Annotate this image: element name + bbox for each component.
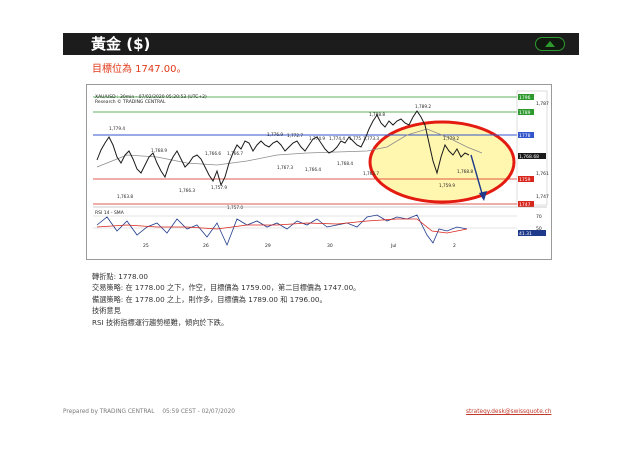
contact-email-link[interactable]: strategy.desk@swissquote.ch bbox=[466, 409, 551, 415]
section-header: 黃金 ($) bbox=[63, 33, 579, 55]
footer-info: Prepared by TRADING CENTRAL 05:59 CEST -… bbox=[63, 409, 241, 415]
price-label: 1,788.8 bbox=[369, 112, 385, 117]
right-label-1759: 1759 bbox=[519, 177, 531, 183]
report-time: 05:59 CEST - 02/07/2020 bbox=[162, 409, 235, 415]
price-label: 1,768.8 bbox=[457, 169, 473, 174]
x-label: 26 bbox=[203, 243, 209, 249]
price-label: 1,768.4 bbox=[337, 161, 353, 166]
chart-caption-2: Research © TRADING CENTRAL bbox=[95, 98, 166, 105]
price-label: 1,774.9 bbox=[309, 136, 325, 141]
analysis-notes: 轉折點: 1778.00 交易策略: 在 1778.00 之下，作空，目標價為 … bbox=[92, 271, 360, 328]
tech-title: 技術意見 bbox=[92, 306, 121, 316]
price-label: 1,768.9 bbox=[151, 148, 167, 153]
price-chart: XAU/USD : 30min - 07/02/2020 05:20:53 (U… bbox=[86, 84, 552, 260]
x-label: 2 bbox=[453, 243, 456, 249]
right-label-1761: 1,761 bbox=[536, 171, 549, 177]
price-label: 1,767.3 bbox=[277, 165, 293, 170]
price-label: 1,759.9 bbox=[439, 183, 455, 188]
pivot-note: 轉折點: 1778.00 bbox=[92, 272, 148, 281]
right-label-1778: 1778 bbox=[519, 133, 531, 139]
right-label-1747-axis: 1,747 bbox=[536, 194, 549, 200]
price-label: 1,766.6 bbox=[205, 151, 221, 156]
price-label: 1,757.0 bbox=[227, 205, 243, 210]
rsi-value-label: 41.31 bbox=[519, 231, 532, 237]
price-label: 1,757.9 bbox=[211, 185, 227, 190]
right-label-1789: 1789 bbox=[519, 110, 531, 116]
right-label-1796: 1796 bbox=[519, 95, 531, 101]
section-title: 黃金 ($) bbox=[91, 35, 151, 53]
rsi-line bbox=[96, 214, 468, 247]
price-label: 1,766.3 bbox=[179, 188, 195, 193]
price-label: 1,779.4 bbox=[109, 126, 125, 131]
rsi-label: RSI 14 - SMA bbox=[95, 210, 125, 216]
price-label: 1,774.4 bbox=[329, 136, 345, 141]
price-label: 1,775 bbox=[349, 136, 361, 141]
price-label: 1,763.8 bbox=[117, 194, 133, 199]
right-label-last-price: 1,768.68 bbox=[519, 154, 539, 160]
price-label: 1,772.7 bbox=[287, 133, 303, 138]
x-label: 30 bbox=[327, 243, 333, 249]
target-statement: 目標位為 1747.00。 bbox=[92, 64, 187, 75]
highlight-ellipse bbox=[368, 120, 516, 204]
price-label: 1,766.7 bbox=[227, 151, 243, 156]
x-label: 25 bbox=[143, 243, 149, 249]
price-label: 1,766.4 bbox=[305, 167, 321, 172]
rsi-scale-70: 70 bbox=[536, 214, 542, 220]
price-label: 1,789.2 bbox=[415, 104, 431, 109]
price-label: 1,763.7 bbox=[363, 171, 379, 176]
x-label: 29 bbox=[265, 243, 271, 249]
price-label: 1,779.2 bbox=[443, 136, 459, 141]
chevron-up-icon bbox=[545, 41, 555, 47]
prepared-by: Prepared by TRADING CENTRAL bbox=[63, 409, 155, 415]
price-label: 1,776.9 bbox=[267, 132, 283, 137]
x-label: Jul bbox=[390, 243, 396, 249]
price-label: 1,773.3 bbox=[363, 136, 379, 141]
chart-canvas: XAU/USD : 30min - 07/02/2020 05:20:53 (U… bbox=[93, 90, 549, 249]
alternative-note: 備選策略: 在 1778.00 之上，則作多，目標價為 1789.00 和 17… bbox=[92, 294, 327, 304]
tech-body: RSI 技術指標運行趨勢極難，傾向於下跌。 bbox=[92, 317, 229, 327]
collapse-button[interactable] bbox=[535, 37, 565, 51]
right-label-1787: 1,787 bbox=[536, 101, 549, 107]
strategy-note: 交易策略: 在 1778.00 之下，作空，目標價為 1759.00，第二目標價… bbox=[92, 283, 361, 293]
